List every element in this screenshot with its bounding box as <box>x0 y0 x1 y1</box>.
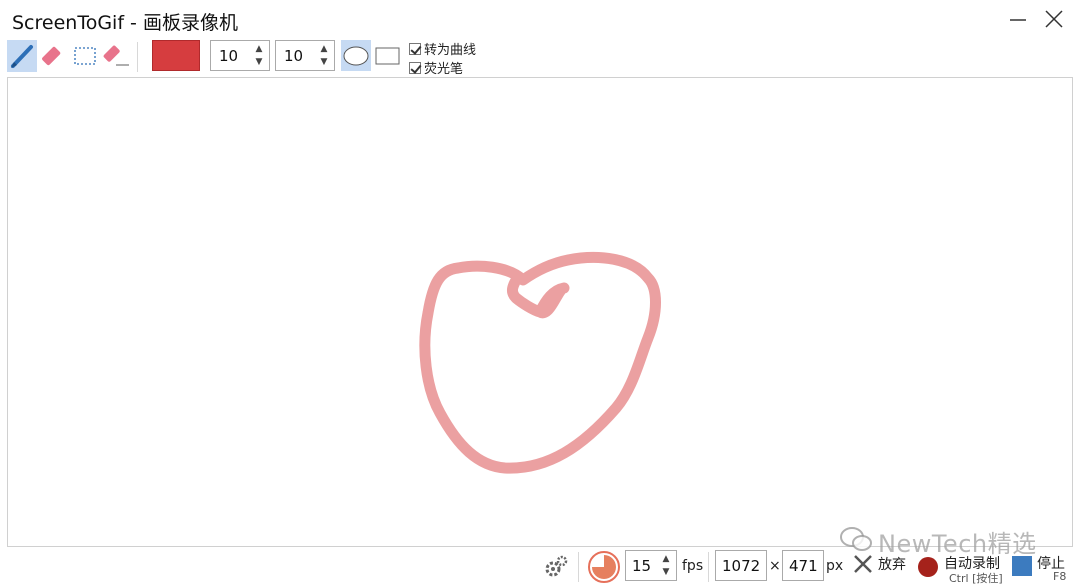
drawing-canvas[interactable] <box>7 77 1073 547</box>
pen-icon <box>11 45 33 68</box>
eraser-icon <box>42 46 61 66</box>
checkbox-checked-icon <box>409 42 421 55</box>
pen-height-value: 10 <box>284 47 304 65</box>
toolbar-separator <box>137 42 138 72</box>
record-dot-icon <box>918 557 938 577</box>
close-button[interactable] <box>1037 4 1071 34</box>
status-separator <box>578 552 579 582</box>
close-icon <box>1045 10 1063 28</box>
pie-timer-icon <box>588 551 620 583</box>
times-sign: × <box>769 558 781 574</box>
status-separator <box>708 552 709 582</box>
checkbox-checked-icon <box>409 61 421 74</box>
fps-label: fps <box>682 558 704 574</box>
stepper-arrows-icon[interactable]: ▲ ▼ <box>318 43 330 70</box>
fps-stepper[interactable]: 15 ▲ ▼ <box>625 550 677 581</box>
drawing-recorder-window: ScreenToGif - 画板录像机 10 ▲ ▼ 10 ▲ ▼ 转为曲线 荧… <box>0 0 1080 586</box>
highlighter-checkbox[interactable]: 荧光笔 <box>409 58 463 77</box>
fit-to-curve-checkbox[interactable]: 转为曲线 <box>409 39 476 58</box>
pen-width-value: 10 <box>219 47 239 65</box>
width-value: 1072 <box>722 557 761 575</box>
selection-icon <box>74 47 96 65</box>
fit-to-curve-label: 转为曲线 <box>424 43 477 58</box>
minimize-icon <box>1010 19 1026 21</box>
height-input[interactable]: 471 <box>782 550 824 581</box>
highlighter-label: 荧光笔 <box>424 62 464 77</box>
title-bar: ScreenToGif - 画板录像机 <box>0 0 1080 38</box>
gears-icon <box>545 555 568 577</box>
width-input[interactable]: 1072 <box>715 550 767 581</box>
settings-button[interactable] <box>543 554 569 580</box>
pen-height-stepper[interactable]: 10 ▲ ▼ <box>275 40 335 71</box>
apple-drawing <box>419 251 661 474</box>
eraser-tool-button[interactable] <box>39 40 69 72</box>
stepper-arrows-icon[interactable]: ▲ ▼ <box>253 43 265 70</box>
watermark-text: NewTech精选 <box>878 530 1037 558</box>
select-tool-button[interactable] <box>70 40 100 72</box>
ellipse-tip-button[interactable] <box>341 40 371 71</box>
rectangle-icon <box>375 47 400 64</box>
minimize-button[interactable] <box>1001 4 1035 34</box>
fps-value: 15 <box>632 557 652 575</box>
stroke-eraser-icon <box>103 45 129 66</box>
auto-record-shortcut: Ctrl [按住] <box>949 572 1003 585</box>
record-mode-button[interactable] <box>587 550 621 584</box>
wechat-logo-icon <box>838 524 874 558</box>
stop-shortcut: F8 <box>1053 570 1067 583</box>
stroke-eraser-tool-button[interactable] <box>101 40 131 72</box>
stepper-arrows-icon[interactable]: ▲ ▼ <box>660 553 672 579</box>
pen-width-stepper[interactable]: 10 ▲ ▼ <box>210 40 270 71</box>
px-label: px <box>826 558 844 574</box>
color-picker-button[interactable] <box>152 40 200 71</box>
ellipse-icon <box>343 46 369 65</box>
window-title: ScreenToGif - 画板录像机 <box>12 12 238 34</box>
height-value: 471 <box>789 557 818 575</box>
rectangle-tip-button[interactable] <box>372 40 402 71</box>
stop-square-icon[interactable] <box>1012 556 1032 576</box>
pen-tool-button[interactable] <box>7 40 37 72</box>
